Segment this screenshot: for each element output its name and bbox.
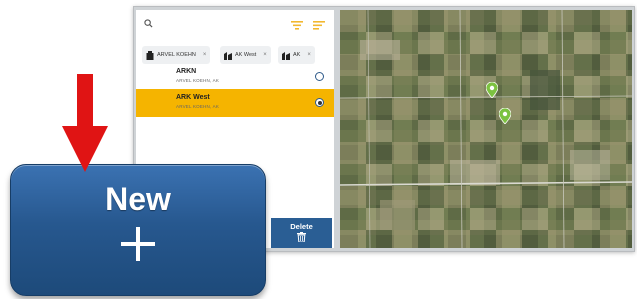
arrow-down-icon <box>62 74 108 172</box>
search-bar[interactable] <box>136 10 334 40</box>
sort-icon[interactable] <box>312 19 326 31</box>
chip-label: AK West <box>235 52 257 58</box>
map-pin-icon[interactable] <box>486 82 498 98</box>
search-icon[interactable] <box>144 19 153 28</box>
new-label: New <box>105 181 171 217</box>
trash-icon <box>297 232 306 242</box>
filter-chips: ARVEL KOEHN × AK West × AK × <box>142 46 332 66</box>
farm-icon <box>224 51 232 60</box>
chip-label: AK <box>293 52 301 58</box>
delete-label: Delete <box>290 222 313 231</box>
select-radio[interactable] <box>315 72 324 81</box>
farm-icon <box>282 51 290 60</box>
chip-farm-ak[interactable]: AK × <box>278 46 315 64</box>
satellite-map[interactable] <box>340 10 632 248</box>
new-button[interactable]: New <box>10 164 266 296</box>
list-item[interactable]: ARKN ARVEL KOEHN, AK <box>136 64 334 92</box>
plus-icon <box>121 227 155 261</box>
map-imagery <box>340 10 632 248</box>
item-title: ARKN <box>176 68 197 75</box>
close-icon[interactable]: × <box>263 52 267 58</box>
chip-owner[interactable]: ARVEL KOEHN × <box>142 46 211 64</box>
chip-farm[interactable]: AK West × <box>220 46 271 64</box>
map-pin-icon[interactable] <box>499 108 511 124</box>
owner-icon <box>146 50 154 60</box>
chip-label: ARVEL KOEHN <box>157 52 196 58</box>
close-icon[interactable]: × <box>203 52 207 58</box>
item-subtitle: ARVEL KOEHN, AK <box>176 78 220 83</box>
item-title: ARK West <box>176 94 210 101</box>
filter-lines-icon[interactable] <box>290 19 304 31</box>
close-icon[interactable]: × <box>307 52 311 58</box>
select-radio[interactable] <box>315 98 324 107</box>
delete-button[interactable]: Delete <box>271 218 332 248</box>
list-item-selected[interactable]: ARK West ARVEL KOEHN, AK <box>136 89 334 117</box>
item-subtitle: ARVEL KOEHN, AK <box>176 104 220 109</box>
